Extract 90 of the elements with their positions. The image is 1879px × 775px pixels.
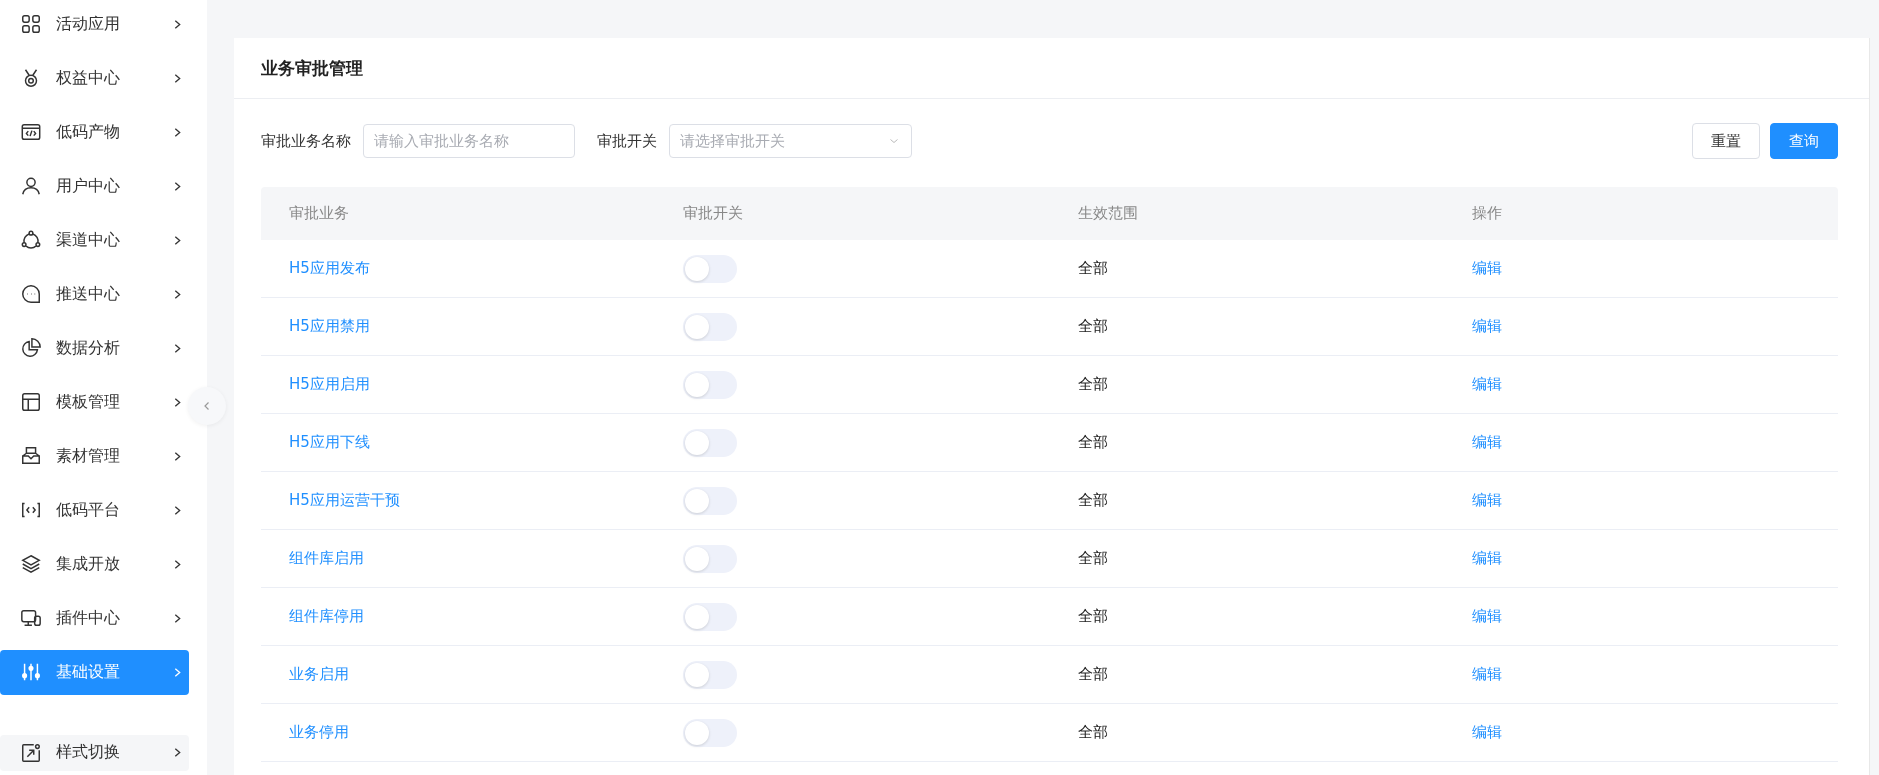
user-icon [20, 175, 42, 197]
table-cell: 全部 [1077, 433, 1108, 451]
layers-icon [20, 553, 42, 575]
business-link[interactable]: H5应用下线 [289, 433, 370, 451]
chevron-right-icon [172, 504, 183, 516]
edit-link[interactable]: 编辑 [1471, 259, 1502, 277]
column-header: 生效范围 [1076, 204, 1138, 223]
sidebar-item[interactable]: 数据分析 [0, 325, 189, 371]
sidebar-item[interactable]: 低码平台 [0, 487, 189, 533]
business-link[interactable]: H5应用发布 [289, 259, 370, 277]
business-link[interactable]: 组件库停用 [289, 607, 364, 625]
toggle-switch[interactable] [683, 602, 738, 631]
toggle-switch[interactable] [683, 428, 738, 457]
network-icon [20, 229, 42, 251]
toggle-switch[interactable] [683, 312, 738, 341]
chat-bubble-icon [20, 283, 42, 305]
toggle-switch[interactable] [683, 370, 738, 399]
layout-icon [20, 391, 42, 413]
chevron-right-icon [172, 747, 183, 759]
sidebar-item[interactable]: 样式切换 [0, 735, 189, 771]
sidebar-item[interactable]: 权益中心 [0, 55, 189, 101]
sidebar-item[interactable]: 基础设置 [0, 649, 189, 695]
sidebar-item[interactable]: 集成开放 [0, 541, 189, 587]
chevron-right-icon [172, 666, 183, 678]
table-cell: 全部 [1077, 491, 1108, 509]
edit-link[interactable]: 编辑 [1471, 433, 1502, 451]
sliders-icon [20, 661, 42, 683]
toggle-switch[interactable] [683, 544, 738, 573]
sidebar-item[interactable]: 推送中心 [0, 271, 189, 317]
column-header: 审批业务 [288, 204, 349, 223]
chevron-right-icon [172, 396, 183, 408]
business-link[interactable]: 业务停用 [289, 723, 349, 741]
business-link[interactable]: 业务启用 [289, 665, 349, 683]
business-link[interactable]: 组件库启用 [289, 549, 364, 567]
grid-icon [20, 13, 42, 35]
toggle-switch[interactable] [683, 718, 738, 747]
chevron-right-icon [172, 288, 183, 300]
table-cell: 全部 [1077, 723, 1108, 741]
sidebar-item[interactable]: 用户中心 [0, 163, 189, 209]
table-cell: 全部 [1077, 665, 1108, 683]
sidebar-item[interactable]: 低码产物 [0, 109, 189, 155]
chevron-right-icon [172, 180, 183, 192]
toggle-switch[interactable] [683, 486, 738, 515]
select-field[interactable]: 请选择审批开关 [669, 124, 912, 158]
monitor-icon [20, 607, 42, 629]
business-link[interactable]: H5应用运营干预 [289, 491, 400, 509]
edit-link[interactable]: 编辑 [1471, 665, 1502, 683]
toggle-switch[interactable] [683, 660, 738, 689]
edit-link[interactable]: 编辑 [1471, 607, 1502, 625]
chevron-right-icon [172, 612, 183, 624]
page-title: 业务审批管理 [261, 56, 363, 80]
filter-label: 审批业务名称 [261, 131, 351, 151]
chevron-right-icon [172, 342, 183, 354]
business-link[interactable]: H5应用启用 [289, 375, 370, 393]
chevron-right-icon [172, 72, 183, 84]
code-window-icon [20, 121, 42, 143]
edit-link[interactable]: 编辑 [1471, 317, 1502, 335]
table-cell: 全部 [1077, 607, 1108, 625]
chevron-right-icon [172, 18, 183, 30]
input-field[interactable]: 请输入审批业务名称 [363, 124, 575, 158]
collapse-button[interactable] [188, 387, 226, 425]
table-cell: 全部 [1077, 317, 1108, 335]
edit-link[interactable]: 编辑 [1471, 491, 1502, 509]
edit-link[interactable]: 编辑 [1471, 549, 1502, 567]
table-cell: 全部 [1077, 375, 1108, 393]
chevron-down-icon [889, 136, 899, 146]
sidebar-item[interactable]: 渠道中心 [0, 217, 189, 263]
pie-chart-icon [20, 337, 42, 359]
toggle-switch[interactable] [683, 254, 738, 283]
column-header: 操作 [1470, 204, 1502, 223]
chevron-right-icon [172, 558, 183, 570]
chevron-right-icon [172, 234, 183, 246]
table-cell: 全部 [1077, 259, 1108, 277]
chevron-right-icon [172, 126, 183, 138]
filter-label: 审批开关 [597, 131, 657, 151]
column-header: 审批开关 [682, 204, 744, 223]
sidebar-item[interactable]: 插件中心 [0, 595, 189, 641]
chevron-right-icon [172, 450, 183, 462]
chevron-left-icon [202, 401, 212, 411]
sidebar-item[interactable]: 素材管理 [0, 433, 189, 479]
business-link[interactable]: H5应用禁用 [289, 317, 370, 335]
query-button[interactable]: 查询 [1770, 123, 1838, 159]
edit-link[interactable]: 编辑 [1471, 723, 1502, 741]
sidebar-item[interactable]: 模板管理 [0, 379, 189, 425]
table-cell: 全部 [1077, 549, 1108, 567]
inbox-icon [20, 445, 42, 467]
edit-link[interactable]: 编辑 [1471, 375, 1502, 393]
external-link-icon [20, 741, 42, 764]
reset-button[interactable]: 重置 [1692, 123, 1760, 159]
sidebar-item[interactable]: 活动应用 [0, 1, 189, 47]
